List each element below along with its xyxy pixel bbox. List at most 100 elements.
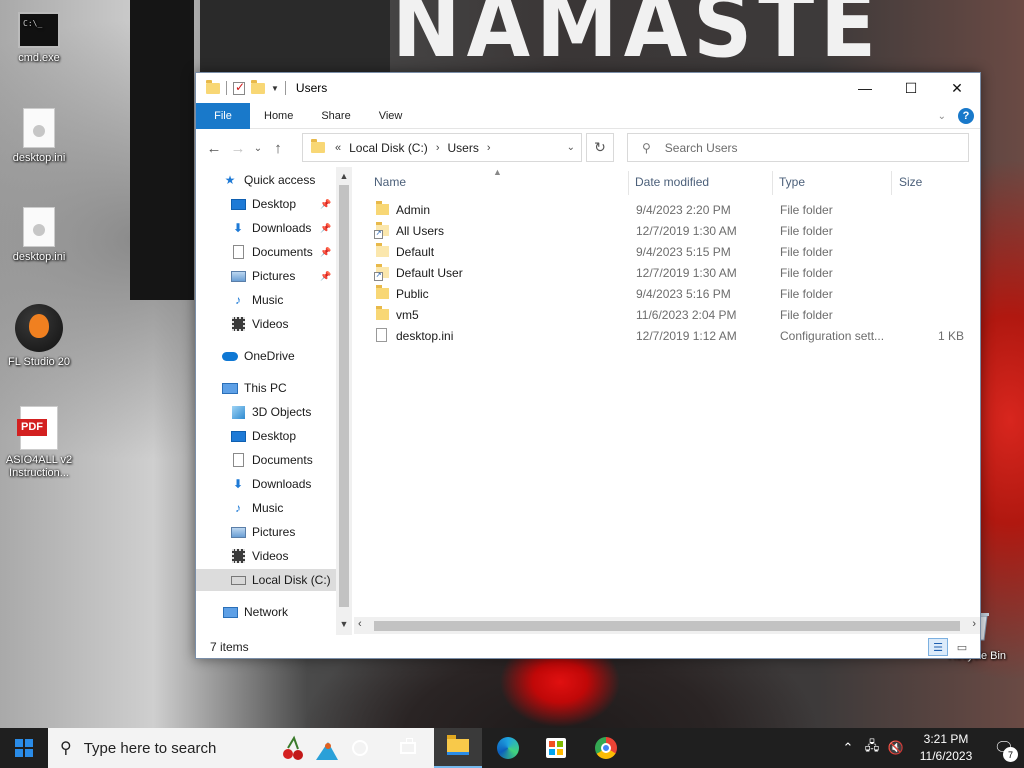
videos-icon	[231, 549, 245, 563]
up-button[interactable]: ↑	[266, 140, 290, 157]
nav-pc-pictures[interactable]: Pictures	[230, 521, 295, 543]
horizontal-scrollbar-thumb[interactable]	[374, 621, 960, 631]
store-taskbar-button[interactable]	[532, 728, 580, 768]
breadcrumb-local-disk[interactable]: Local Disk (C:)	[349, 141, 428, 155]
maximize-button[interactable]: ☐	[888, 73, 934, 103]
file-row-default-user[interactable]: Default User 12/7/2019 1:30 AM File fold…	[368, 263, 968, 284]
column-divider[interactable]	[628, 171, 629, 195]
file-row-desktop-ini[interactable]: desktop.ini 12/7/2019 1:12 AM Configurat…	[368, 326, 968, 347]
column-header-name[interactable]: Name	[374, 167, 406, 197]
breadcrumb-overflow[interactable]: «	[335, 142, 341, 154]
breadcrumb-separator[interactable]: ›	[436, 142, 440, 154]
nav-pictures[interactable]: Pictures 📌	[230, 265, 336, 287]
volume-muted-icon[interactable]: 🔇	[884, 740, 908, 756]
title-bar[interactable]: ▼ Users — ☐ ✕	[196, 73, 980, 103]
horizontal-scrollbar[interactable]: ‹ ›	[354, 617, 980, 634]
desktop-icon-cmd[interactable]: cmd.exe	[2, 12, 76, 65]
nav-scrollbar[interactable]: ▲ ▼	[336, 167, 352, 635]
forward-button[interactable]: →	[226, 140, 250, 157]
address-dropdown-icon[interactable]: ⌄	[567, 142, 575, 153]
nav-music[interactable]: ♪ Music	[230, 289, 283, 311]
edge-taskbar-button[interactable]	[484, 728, 532, 768]
column-divider[interactable]	[772, 171, 773, 195]
file-row-vm5[interactable]: vm5 11/6/2023 2:04 PM File folder	[368, 305, 968, 326]
nav-this-pc[interactable]: This PC	[222, 377, 287, 399]
nav-videos[interactable]: Videos	[230, 313, 288, 335]
item-count: 7 items	[210, 640, 249, 654]
new-folder-icon[interactable]	[251, 79, 265, 94]
nav-label: Videos	[252, 549, 289, 563]
desktop-icon-desktop-ini-2[interactable]: desktop.ini	[2, 207, 76, 264]
address-bar[interactable]: « Local Disk (C:) › Users › ⌄	[302, 133, 582, 162]
expand-ribbon-chevron-icon[interactable]: ⌄	[938, 111, 946, 122]
desktop-icon-fl-studio[interactable]: FL Studio 20	[2, 304, 76, 369]
action-center-button[interactable]: 🗨 7	[984, 728, 1024, 768]
start-button[interactable]	[0, 728, 48, 768]
file-explorer-taskbar-button[interactable]	[434, 728, 482, 768]
nav-network[interactable]: Network	[222, 601, 288, 623]
search-highlight-icon	[283, 735, 338, 760]
wallpaper-frame-top	[200, 0, 390, 72]
nav-documents[interactable]: Documents 📌	[230, 241, 336, 263]
search-box[interactable]: ⚲ Search Users	[627, 133, 969, 162]
recent-locations-icon[interactable]: ⌄	[250, 143, 266, 154]
column-header-type[interactable]: Type	[779, 167, 805, 197]
customize-toolbar-icon[interactable]: ▼	[271, 84, 279, 93]
refresh-button[interactable]: ↻	[586, 133, 614, 162]
nav-pc-videos[interactable]: Videos	[230, 545, 288, 567]
nav-desktop[interactable]: Desktop 📌	[230, 193, 336, 215]
task-view-button[interactable]	[384, 728, 432, 768]
scroll-up-icon[interactable]: ▲	[336, 171, 352, 181]
properties-icon[interactable]	[233, 80, 245, 95]
chrome-taskbar-button[interactable]	[582, 728, 630, 768]
desktop-icon-asio4all-pdf[interactable]: PDF ASIO4ALL v2 Instruction...	[2, 406, 76, 480]
nav-local-disk[interactable]: Local Disk (C:)	[196, 569, 336, 591]
nav-scrollbar-thumb[interactable]	[339, 185, 349, 607]
clock[interactable]: 3:21 PM 11/6/2023	[908, 731, 984, 765]
notification-count-badge: 7	[1003, 747, 1018, 762]
file-row-admin[interactable]: Admin 9/4/2023 2:20 PM File folder	[368, 200, 968, 221]
breadcrumb-users[interactable]: Users	[447, 141, 478, 155]
breadcrumb-separator[interactable]: ›	[487, 142, 491, 154]
minimize-button[interactable]: —	[842, 73, 888, 103]
column-header-size[interactable]: Size	[899, 167, 922, 197]
nav-onedrive[interactable]: OneDrive	[222, 345, 295, 367]
file-row-public[interactable]: Public 9/4/2023 5:16 PM File folder	[368, 284, 968, 305]
column-divider[interactable]	[891, 171, 892, 195]
scroll-down-icon[interactable]: ▼	[336, 619, 352, 629]
ini-file-icon	[23, 207, 55, 247]
nav-downloads[interactable]: ⬇ Downloads 📌	[230, 217, 336, 239]
column-header-date-modified[interactable]: Date modified	[635, 167, 709, 197]
scroll-left-icon[interactable]: ‹	[358, 618, 362, 630]
show-hidden-icons-chevron-icon[interactable]: ⌃	[836, 740, 860, 756]
nav-pc-documents[interactable]: Documents	[230, 449, 313, 471]
close-button[interactable]: ✕	[934, 73, 980, 103]
nav-quick-access[interactable]: ★ Quick access	[222, 169, 316, 191]
nav-pc-desktop[interactable]: Desktop	[230, 425, 296, 447]
desktop-icon-desktop-ini[interactable]: desktop.ini	[2, 108, 76, 165]
tab-home[interactable]: Home	[250, 103, 307, 129]
details-view-icon[interactable]: ☰	[928, 638, 948, 656]
help-icon[interactable]: ?	[958, 108, 974, 124]
tab-share[interactable]: Share	[307, 103, 364, 129]
file-type: File folder	[780, 224, 833, 238]
file-name: Public	[396, 287, 429, 301]
back-button[interactable]: ←	[202, 140, 226, 157]
file-row-default[interactable]: Default 9/4/2023 5:15 PM File folder	[368, 242, 968, 263]
nav-label: Documents	[252, 453, 313, 467]
network-status-icon[interactable]: 🖧	[860, 737, 884, 759]
scroll-right-icon[interactable]: ›	[972, 618, 976, 630]
cortana-button[interactable]	[336, 728, 384, 768]
tab-view[interactable]: View	[365, 103, 417, 129]
nav-pc-music[interactable]: ♪ Music	[230, 497, 283, 519]
file-type: File folder	[780, 266, 833, 280]
file-date: 12/7/2019 1:30 AM	[636, 224, 737, 238]
file-name: Default User	[396, 266, 463, 280]
file-row-all-users[interactable]: All Users 12/7/2019 1:30 AM File folder	[368, 221, 968, 242]
nav-pc-downloads[interactable]: ⬇ Downloads	[230, 473, 311, 495]
nav-label: Pictures	[252, 269, 296, 283]
tab-file[interactable]: File	[196, 102, 250, 129]
nav-3d-objects[interactable]: 3D Objects	[230, 401, 311, 423]
cortana-icon	[352, 740, 368, 756]
large-icons-view-icon[interactable]: ▭	[952, 638, 972, 656]
